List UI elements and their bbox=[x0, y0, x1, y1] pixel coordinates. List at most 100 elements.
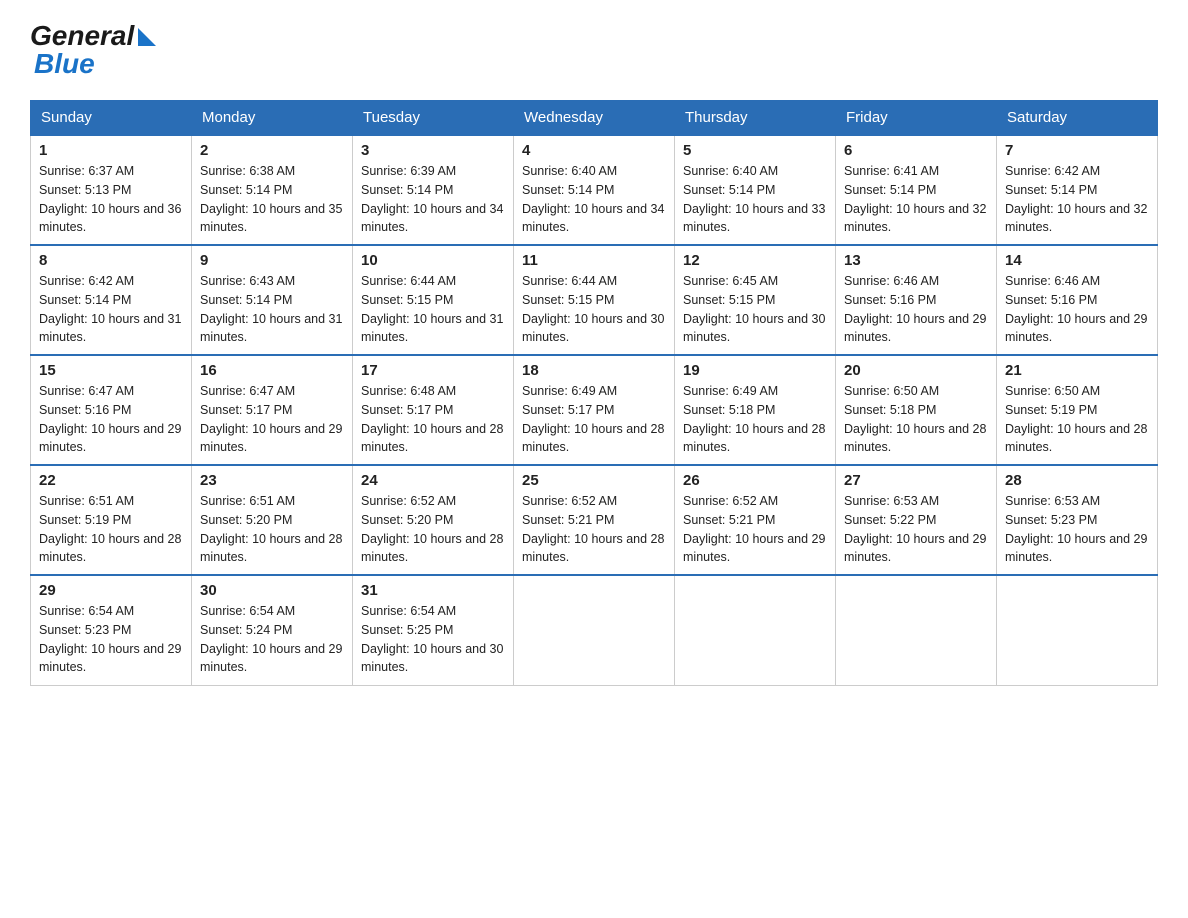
calendar-table: SundayMondayTuesdayWednesdayThursdayFrid… bbox=[30, 100, 1158, 686]
week-row-5: 29 Sunrise: 6:54 AM Sunset: 5:23 PM Dayl… bbox=[31, 575, 1158, 685]
day-info: Sunrise: 6:45 AM Sunset: 5:15 PM Dayligh… bbox=[683, 272, 827, 347]
logo: General Blue bbox=[30, 20, 156, 80]
calendar-cell: 17 Sunrise: 6:48 AM Sunset: 5:17 PM Dayl… bbox=[353, 355, 514, 465]
day-info: Sunrise: 6:52 AM Sunset: 5:21 PM Dayligh… bbox=[683, 492, 827, 567]
day-number: 23 bbox=[200, 472, 344, 489]
column-header-thursday: Thursday bbox=[675, 101, 836, 136]
page-header: General Blue bbox=[30, 20, 1158, 80]
day-info: Sunrise: 6:53 AM Sunset: 5:23 PM Dayligh… bbox=[1005, 492, 1149, 567]
calendar-cell: 13 Sunrise: 6:46 AM Sunset: 5:16 PM Dayl… bbox=[836, 245, 997, 355]
calendar-cell: 11 Sunrise: 6:44 AM Sunset: 5:15 PM Dayl… bbox=[514, 245, 675, 355]
calendar-cell: 21 Sunrise: 6:50 AM Sunset: 5:19 PM Dayl… bbox=[997, 355, 1158, 465]
calendar-cell: 5 Sunrise: 6:40 AM Sunset: 5:14 PM Dayli… bbox=[675, 135, 836, 245]
calendar-cell: 16 Sunrise: 6:47 AM Sunset: 5:17 PM Dayl… bbox=[192, 355, 353, 465]
calendar-cell: 29 Sunrise: 6:54 AM Sunset: 5:23 PM Dayl… bbox=[31, 575, 192, 685]
day-number: 2 bbox=[200, 142, 344, 159]
day-info: Sunrise: 6:54 AM Sunset: 5:24 PM Dayligh… bbox=[200, 602, 344, 677]
day-info: Sunrise: 6:42 AM Sunset: 5:14 PM Dayligh… bbox=[39, 272, 183, 347]
day-info: Sunrise: 6:38 AM Sunset: 5:14 PM Dayligh… bbox=[200, 162, 344, 237]
day-number: 28 bbox=[1005, 472, 1149, 489]
day-number: 12 bbox=[683, 252, 827, 269]
day-info: Sunrise: 6:50 AM Sunset: 5:19 PM Dayligh… bbox=[1005, 382, 1149, 457]
day-number: 16 bbox=[200, 362, 344, 379]
day-info: Sunrise: 6:47 AM Sunset: 5:17 PM Dayligh… bbox=[200, 382, 344, 457]
calendar-cell: 9 Sunrise: 6:43 AM Sunset: 5:14 PM Dayli… bbox=[192, 245, 353, 355]
day-number: 13 bbox=[844, 252, 988, 269]
day-number: 8 bbox=[39, 252, 183, 269]
week-row-1: 1 Sunrise: 6:37 AM Sunset: 5:13 PM Dayli… bbox=[31, 135, 1158, 245]
logo-triangle-icon bbox=[138, 28, 156, 46]
day-info: Sunrise: 6:42 AM Sunset: 5:14 PM Dayligh… bbox=[1005, 162, 1149, 237]
calendar-header-row: SundayMondayTuesdayWednesdayThursdayFrid… bbox=[31, 101, 1158, 136]
day-info: Sunrise: 6:46 AM Sunset: 5:16 PM Dayligh… bbox=[1005, 272, 1149, 347]
calendar-cell: 12 Sunrise: 6:45 AM Sunset: 5:15 PM Dayl… bbox=[675, 245, 836, 355]
day-info: Sunrise: 6:48 AM Sunset: 5:17 PM Dayligh… bbox=[361, 382, 505, 457]
day-number: 25 bbox=[522, 472, 666, 489]
day-info: Sunrise: 6:40 AM Sunset: 5:14 PM Dayligh… bbox=[522, 162, 666, 237]
week-row-2: 8 Sunrise: 6:42 AM Sunset: 5:14 PM Dayli… bbox=[31, 245, 1158, 355]
column-header-wednesday: Wednesday bbox=[514, 101, 675, 136]
column-header-friday: Friday bbox=[836, 101, 997, 136]
day-info: Sunrise: 6:41 AM Sunset: 5:14 PM Dayligh… bbox=[844, 162, 988, 237]
calendar-cell: 31 Sunrise: 6:54 AM Sunset: 5:25 PM Dayl… bbox=[353, 575, 514, 685]
day-number: 17 bbox=[361, 362, 505, 379]
day-info: Sunrise: 6:53 AM Sunset: 5:22 PM Dayligh… bbox=[844, 492, 988, 567]
day-info: Sunrise: 6:47 AM Sunset: 5:16 PM Dayligh… bbox=[39, 382, 183, 457]
calendar-cell bbox=[836, 575, 997, 685]
week-row-3: 15 Sunrise: 6:47 AM Sunset: 5:16 PM Dayl… bbox=[31, 355, 1158, 465]
day-number: 6 bbox=[844, 142, 988, 159]
day-info: Sunrise: 6:43 AM Sunset: 5:14 PM Dayligh… bbox=[200, 272, 344, 347]
day-number: 4 bbox=[522, 142, 666, 159]
day-number: 18 bbox=[522, 362, 666, 379]
day-info: Sunrise: 6:49 AM Sunset: 5:17 PM Dayligh… bbox=[522, 382, 666, 457]
day-info: Sunrise: 6:40 AM Sunset: 5:14 PM Dayligh… bbox=[683, 162, 827, 237]
calendar-cell: 10 Sunrise: 6:44 AM Sunset: 5:15 PM Dayl… bbox=[353, 245, 514, 355]
day-number: 3 bbox=[361, 142, 505, 159]
day-number: 10 bbox=[361, 252, 505, 269]
calendar-cell: 2 Sunrise: 6:38 AM Sunset: 5:14 PM Dayli… bbox=[192, 135, 353, 245]
day-number: 31 bbox=[361, 582, 505, 599]
day-number: 19 bbox=[683, 362, 827, 379]
day-number: 24 bbox=[361, 472, 505, 489]
logo-blue-text: Blue bbox=[30, 48, 95, 80]
calendar-cell: 7 Sunrise: 6:42 AM Sunset: 5:14 PM Dayli… bbox=[997, 135, 1158, 245]
day-info: Sunrise: 6:46 AM Sunset: 5:16 PM Dayligh… bbox=[844, 272, 988, 347]
calendar-cell bbox=[675, 575, 836, 685]
calendar-cell bbox=[514, 575, 675, 685]
day-number: 14 bbox=[1005, 252, 1149, 269]
calendar-cell bbox=[997, 575, 1158, 685]
day-number: 9 bbox=[200, 252, 344, 269]
day-number: 26 bbox=[683, 472, 827, 489]
week-row-4: 22 Sunrise: 6:51 AM Sunset: 5:19 PM Dayl… bbox=[31, 465, 1158, 575]
day-number: 27 bbox=[844, 472, 988, 489]
calendar-cell: 1 Sunrise: 6:37 AM Sunset: 5:13 PM Dayli… bbox=[31, 135, 192, 245]
calendar-cell: 8 Sunrise: 6:42 AM Sunset: 5:14 PM Dayli… bbox=[31, 245, 192, 355]
calendar-cell: 20 Sunrise: 6:50 AM Sunset: 5:18 PM Dayl… bbox=[836, 355, 997, 465]
day-number: 1 bbox=[39, 142, 183, 159]
day-info: Sunrise: 6:44 AM Sunset: 5:15 PM Dayligh… bbox=[522, 272, 666, 347]
day-info: Sunrise: 6:49 AM Sunset: 5:18 PM Dayligh… bbox=[683, 382, 827, 457]
day-number: 29 bbox=[39, 582, 183, 599]
day-info: Sunrise: 6:54 AM Sunset: 5:23 PM Dayligh… bbox=[39, 602, 183, 677]
day-info: Sunrise: 6:44 AM Sunset: 5:15 PM Dayligh… bbox=[361, 272, 505, 347]
calendar-cell: 26 Sunrise: 6:52 AM Sunset: 5:21 PM Dayl… bbox=[675, 465, 836, 575]
calendar-cell: 25 Sunrise: 6:52 AM Sunset: 5:21 PM Dayl… bbox=[514, 465, 675, 575]
calendar-cell: 23 Sunrise: 6:51 AM Sunset: 5:20 PM Dayl… bbox=[192, 465, 353, 575]
day-info: Sunrise: 6:39 AM Sunset: 5:14 PM Dayligh… bbox=[361, 162, 505, 237]
day-info: Sunrise: 6:37 AM Sunset: 5:13 PM Dayligh… bbox=[39, 162, 183, 237]
day-info: Sunrise: 6:51 AM Sunset: 5:20 PM Dayligh… bbox=[200, 492, 344, 567]
calendar-cell: 28 Sunrise: 6:53 AM Sunset: 5:23 PM Dayl… bbox=[997, 465, 1158, 575]
calendar-cell: 4 Sunrise: 6:40 AM Sunset: 5:14 PM Dayli… bbox=[514, 135, 675, 245]
calendar-cell: 3 Sunrise: 6:39 AM Sunset: 5:14 PM Dayli… bbox=[353, 135, 514, 245]
day-info: Sunrise: 6:52 AM Sunset: 5:21 PM Dayligh… bbox=[522, 492, 666, 567]
calendar-cell: 27 Sunrise: 6:53 AM Sunset: 5:22 PM Dayl… bbox=[836, 465, 997, 575]
column-header-monday: Monday bbox=[192, 101, 353, 136]
day-number: 7 bbox=[1005, 142, 1149, 159]
day-number: 21 bbox=[1005, 362, 1149, 379]
day-number: 22 bbox=[39, 472, 183, 489]
calendar-cell: 24 Sunrise: 6:52 AM Sunset: 5:20 PM Dayl… bbox=[353, 465, 514, 575]
calendar-cell: 6 Sunrise: 6:41 AM Sunset: 5:14 PM Dayli… bbox=[836, 135, 997, 245]
calendar-cell: 15 Sunrise: 6:47 AM Sunset: 5:16 PM Dayl… bbox=[31, 355, 192, 465]
calendar-cell: 22 Sunrise: 6:51 AM Sunset: 5:19 PM Dayl… bbox=[31, 465, 192, 575]
calendar-cell: 19 Sunrise: 6:49 AM Sunset: 5:18 PM Dayl… bbox=[675, 355, 836, 465]
